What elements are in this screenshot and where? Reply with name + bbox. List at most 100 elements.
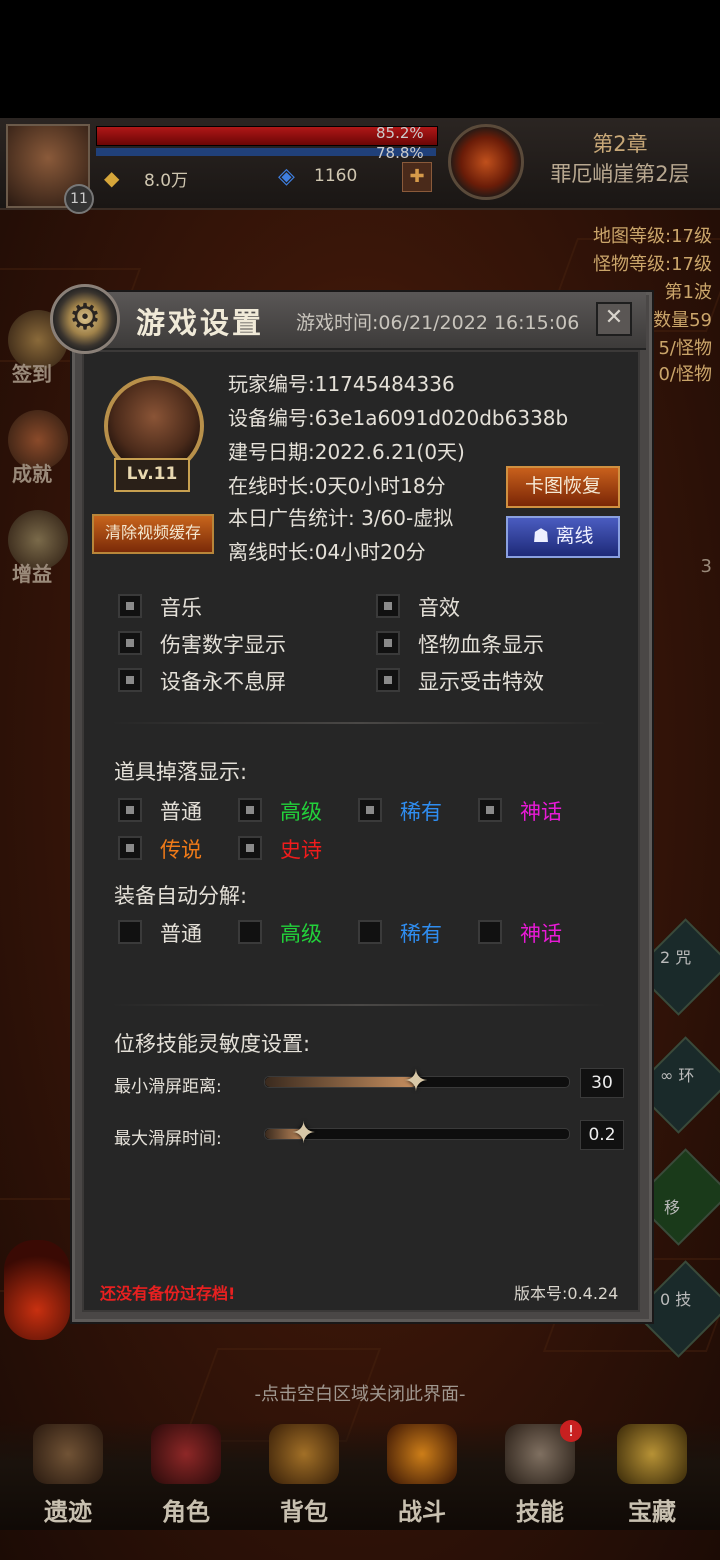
nav-character-label: 角色 [162, 1498, 210, 1526]
side-number: 3 [700, 556, 712, 577]
min-swipe-fill [265, 1077, 417, 1087]
nav-treasure-label: 宝藏 [628, 1498, 676, 1526]
achievement-label: 成就 [12, 462, 52, 486]
decompose-myth-checkbox[interactable] [478, 920, 502, 944]
treasure-icon [617, 1424, 687, 1484]
character-icon [151, 1424, 221, 1484]
damage-numbers-checkbox[interactable] [118, 631, 142, 655]
version-number: 版本号:0.4.24 [514, 1284, 619, 1303]
divider [110, 722, 608, 724]
auto-decompose-title: 装备自动分解: [114, 884, 248, 908]
buff-label: 增益 [12, 562, 52, 586]
person-icon: ☗ [532, 525, 550, 547]
skill-slot-label: 0 技 [660, 1290, 692, 1309]
offline-button[interactable]: ☗ 离线 [506, 516, 620, 558]
player-level: Lv.11 [114, 458, 190, 492]
close-button[interactable]: ✕ [596, 302, 632, 336]
nav-bag-label: 背包 [280, 1498, 328, 1526]
health-orb[interactable] [4, 1240, 70, 1340]
monster-hp-checkbox[interactable] [376, 631, 400, 655]
sfx-checkbox[interactable] [376, 594, 400, 618]
map-level: 地图等级:17级 [593, 226, 712, 247]
backup-warning: 还没有备份过存档! [100, 1284, 236, 1303]
nav-bag[interactable]: 背包 [254, 1420, 354, 1530]
online-time: 在线时长:0天0小时18分 [228, 474, 446, 498]
drop-epic-checkbox[interactable] [238, 836, 262, 860]
gold-amount: 8.0万 [144, 171, 189, 191]
decompose-rare-label: 稀有 [400, 922, 442, 946]
wave-number: 第1波 [664, 282, 712, 303]
drop-legend-label: 传说 [160, 838, 202, 862]
gear-icon: ⚙ [50, 284, 120, 354]
drop-myth-checkbox[interactable] [478, 798, 502, 822]
decompose-common-checkbox[interactable] [118, 920, 142, 944]
drop-myth-label: 神话 [520, 800, 562, 824]
sensitivity-title: 位移技能灵敏度设置: [114, 1032, 311, 1056]
drop-common-label: 普通 [160, 800, 202, 824]
music-label: 音乐 [160, 596, 202, 620]
min-swipe-knob[interactable]: ✦ [403, 1062, 429, 1102]
game-time: 游戏时间:06/21/2022 16:15:06 [296, 312, 580, 334]
nav-skills-label: 技能 [516, 1498, 564, 1526]
mp-percent: 78.8% [376, 144, 424, 162]
drop-common-checkbox[interactable] [118, 798, 142, 822]
sfx-label: 音效 [418, 596, 460, 620]
offline-time: 离线时长:04小时20分 [228, 540, 426, 564]
map-restore-button[interactable]: 卡图恢复 [506, 466, 620, 508]
portal-icon[interactable] [448, 124, 524, 200]
ad-stats: 本日广告统计: 3/60-虚拟 [228, 506, 454, 530]
decompose-advanced-checkbox[interactable] [238, 920, 262, 944]
nav-battle[interactable]: 战斗 [372, 1420, 472, 1530]
account-created: 建号日期:2022.6.21(0天) [228, 440, 465, 464]
nav-battle-label: 战斗 [398, 1498, 446, 1526]
drop-advanced-checkbox[interactable] [238, 798, 262, 822]
signin-label: 签到 [12, 362, 52, 386]
decompose-myth-label: 神话 [520, 922, 562, 946]
monster-count: 数量59 [653, 310, 712, 331]
per-monster-2: 0/怪物 [658, 364, 712, 385]
screen-on-checkbox[interactable] [118, 668, 142, 692]
device-id: 设备编号:63e1a6091d020db6338b [228, 406, 569, 430]
gem-icon: ◈ [278, 164, 295, 189]
skill-slot-label: ∞ 环 [660, 1066, 695, 1085]
drop-advanced-label: 高级 [280, 800, 322, 824]
skill-slot-label: 2 咒 [660, 948, 692, 967]
nav-relics-label: 遗迹 [44, 1498, 92, 1526]
drop-legend-checkbox[interactable] [118, 836, 142, 860]
skills-alert-badge: ! [560, 1420, 582, 1442]
min-swipe-label: 最小滑屏距离: [114, 1077, 222, 1097]
min-swipe-value: 30 [580, 1068, 624, 1098]
monster-hp-label: 怪物血条显示 [418, 633, 544, 657]
damage-numbers-label: 伤害数字显示 [160, 633, 286, 657]
offline-button-label: 离线 [555, 525, 594, 547]
nav-relics[interactable]: 遗迹 [18, 1420, 118, 1530]
cross-icon[interactable]: ✚ [402, 162, 432, 192]
drop-rare-checkbox[interactable] [358, 798, 382, 822]
battle-icon [387, 1424, 457, 1484]
gem-amount: 1160 [314, 166, 358, 186]
bag-icon [269, 1424, 339, 1484]
chapter-title: 第2章 [592, 132, 648, 156]
hit-effect-checkbox[interactable] [376, 668, 400, 692]
clear-video-cache-button[interactable]: 清除视频缓存 [92, 514, 214, 554]
drop-epic-label: 史诗 [280, 838, 322, 862]
hit-effect-label: 显示受击特效 [418, 670, 544, 694]
relics-icon [33, 1424, 103, 1484]
nav-character[interactable]: 角色 [136, 1420, 236, 1530]
settings-title: 游戏设置 [136, 306, 265, 340]
player-id: 玩家编号:11745484336 [228, 372, 455, 396]
drop-display-title: 道具掉落显示: [114, 760, 248, 784]
max-time-label: 最大滑屏时间: [114, 1129, 222, 1149]
nav-treasure[interactable]: 宝藏 [602, 1420, 702, 1530]
decompose-rare-checkbox[interactable] [358, 920, 382, 944]
max-time-value: 0.2 [580, 1120, 624, 1150]
divider [110, 1004, 608, 1006]
hp-percent: 85.2% [376, 124, 424, 142]
max-time-knob[interactable]: ✦ [291, 1114, 317, 1154]
music-checkbox[interactable] [118, 594, 142, 618]
monster-level: 怪物等级:17级 [593, 254, 712, 275]
skill-slot-label: 移 [664, 1198, 681, 1217]
drop-rare-label: 稀有 [400, 800, 442, 824]
close-hint: -点击空白区域关闭此界面- [254, 1384, 466, 1405]
decompose-common-label: 普通 [160, 922, 202, 946]
